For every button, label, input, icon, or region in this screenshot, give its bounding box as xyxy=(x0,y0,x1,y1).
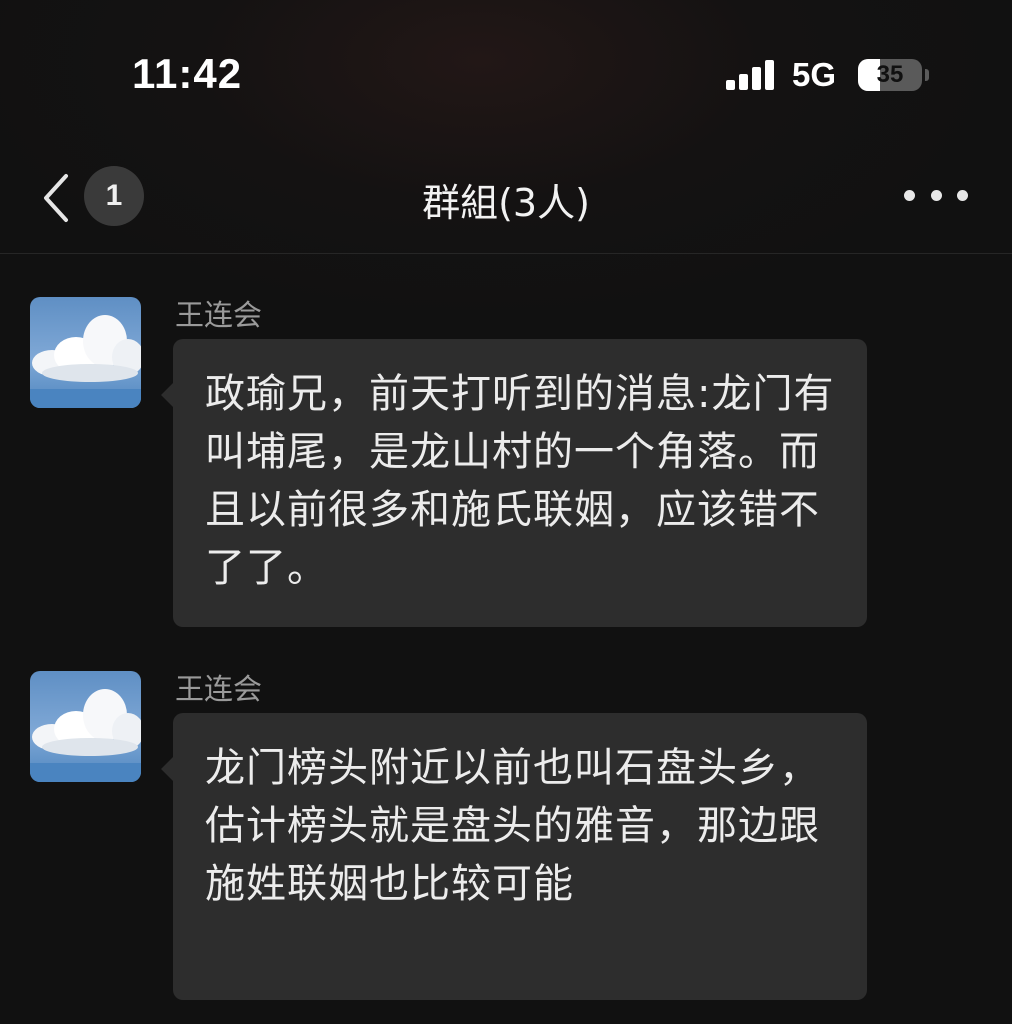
nav-bar: 1 群組(3人) xyxy=(0,150,1012,254)
message-bubble[interactable]: 政瑜兄，前天打听到的消息:龙门有叫埔尾，是龙山村的一个角落。而且以前很多和施氏联… xyxy=(161,339,867,627)
more-button[interactable] xyxy=(904,180,968,210)
battery-level: 35 xyxy=(876,61,904,88)
sky-clouds-avatar-icon xyxy=(30,671,141,782)
chat-screen: 11:42 5G 35 1 群組(3人) 王连会 政瑜兄，前天打听到的消息:龙门… xyxy=(0,0,1012,1024)
ellipsis-icon xyxy=(957,189,968,201)
battery-tip xyxy=(925,69,929,81)
status-bar: 11:42 5G 35 xyxy=(0,0,1012,150)
sender-name: 王连会 xyxy=(175,298,263,332)
status-time: 11:42 xyxy=(132,50,243,97)
avatar[interactable] xyxy=(30,297,141,408)
network-type: 5G xyxy=(792,56,837,93)
ellipsis-icon xyxy=(904,189,915,201)
sender-name: 王连会 xyxy=(175,672,263,706)
avatar[interactable] xyxy=(30,671,141,782)
chat-title: 群組(3人) xyxy=(422,181,590,225)
message-bubble[interactable]: 龙门榜头附近以前也叫石盘头乡，估计榜头就是盘头的雅音，那边跟施姓联姻也比较可能 xyxy=(161,713,867,1000)
sky-clouds-avatar-icon xyxy=(30,297,141,408)
signal-icon xyxy=(726,60,776,90)
ellipsis-icon xyxy=(930,189,942,201)
battery-icon: 35 xyxy=(858,59,922,91)
